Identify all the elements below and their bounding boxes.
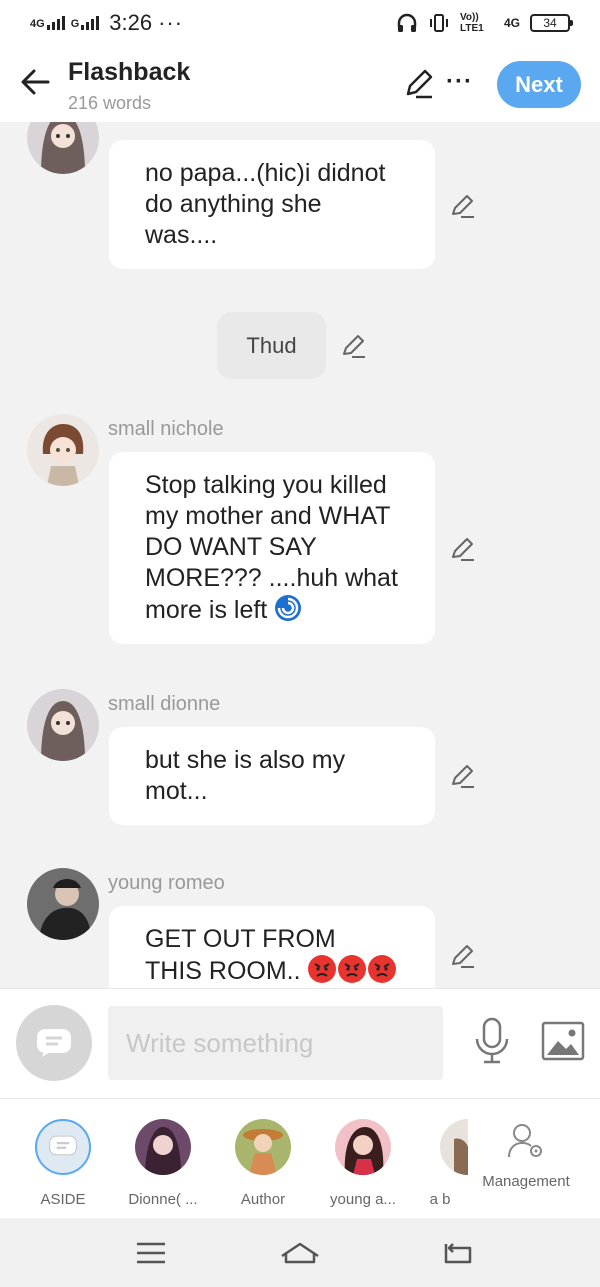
sender-name: small dionne	[108, 693, 221, 715]
character-aside[interactable]: ASIDE	[18, 1119, 108, 1208]
back-nav-icon	[444, 1243, 472, 1264]
pencil-icon	[406, 69, 433, 99]
message-bubble[interactable]: Stop talking you killed my mother and WH…	[109, 452, 435, 644]
young-a-avatar-image	[335, 1119, 391, 1175]
avatar-dionne[interactable]	[27, 122, 99, 174]
author-avatar-image	[235, 1119, 291, 1175]
avatar-dionne-image	[27, 689, 99, 761]
a-b-avatar-image	[440, 1119, 468, 1175]
battery-level: 34	[543, 16, 557, 30]
avatar-nichole-image	[27, 414, 99, 486]
menu-icon	[137, 1242, 165, 1264]
character-avatar	[440, 1119, 468, 1175]
character-label: a b	[429, 1191, 451, 1208]
insert-image-button[interactable]	[541, 1021, 585, 1061]
character-a-b[interactable]: a b	[395, 1119, 485, 1208]
chat-bubble-icon	[37, 1029, 71, 1057]
message-text: no papa...(hic)i didnot do anything she …	[145, 159, 386, 249]
volte-label: Vo)) LTE1	[459, 12, 484, 34]
signal-indicator-2: G	[71, 16, 100, 30]
microphone-button[interactable]	[472, 1017, 512, 1065]
angry-face-emoji-icon	[307, 955, 336, 983]
signal-bars-icon	[81, 16, 100, 30]
message-text: GET OUT FROM THIS ROOM..	[145, 925, 336, 985]
pencil-icon	[452, 765, 474, 788]
signal-indicator-1: 4G	[30, 16, 65, 30]
character-label: Author	[240, 1191, 286, 1208]
page-title: Flashback	[68, 58, 191, 86]
back-nav-button[interactable]	[438, 1238, 478, 1268]
management-button[interactable]: Management	[474, 1121, 578, 1190]
signal-bars-icon	[46, 16, 65, 30]
clock: 3:26	[109, 10, 153, 35]
sender-name: small nichole	[108, 418, 224, 440]
status-right: Vo)) LTE1 4G 34	[396, 12, 573, 34]
headphones-icon	[397, 13, 417, 32]
compose-bar	[0, 988, 600, 1098]
message-text: Stop talking you killed my mother and WH…	[145, 471, 398, 624]
avatar-dionne-image	[27, 122, 99, 174]
character-avatar	[235, 1119, 291, 1175]
pencil-icon	[452, 195, 474, 218]
message-input[interactable]	[108, 1006, 443, 1080]
battery-icon: 34	[530, 14, 573, 32]
edit-message-button[interactable]	[449, 535, 477, 563]
system-nav-bar	[0, 1218, 600, 1287]
character-avatar	[135, 1119, 191, 1175]
edit-message-button[interactable]	[449, 192, 477, 220]
avatar-dionne[interactable]	[27, 689, 99, 761]
network-type-label: 4G	[30, 18, 45, 30]
word-count: 216 words	[68, 93, 152, 113]
vibrate-icon	[429, 14, 448, 32]
net-type-label: 4G	[503, 16, 520, 30]
character-author[interactable]: Author	[218, 1119, 308, 1208]
avatar-romeo-image	[27, 868, 99, 940]
more-options-button[interactable]: ···	[446, 68, 473, 96]
aside-toggle-button[interactable]	[16, 1005, 92, 1081]
avatar-nichole[interactable]	[27, 414, 99, 486]
message-text: but she is also my mot...	[145, 746, 346, 805]
message-bubble[interactable]: GET OUT FROM THIS ROOM..	[109, 906, 435, 988]
home-icon	[281, 1242, 319, 1264]
character-label: young a...	[330, 1191, 396, 1208]
character-dionne[interactable]: Dionne( ...	[118, 1119, 208, 1208]
character-avatar	[335, 1119, 391, 1175]
edit-message-button[interactable]	[449, 762, 477, 790]
edit-narration-button[interactable]	[340, 332, 368, 360]
edit-message-button[interactable]	[449, 942, 477, 970]
chat-area[interactable]: no papa...(hic)i didnot do anything she …	[0, 122, 600, 988]
arrow-left-icon	[21, 69, 50, 95]
character-label: ASIDE	[40, 1191, 86, 1208]
character-label: Dionne( ...	[128, 1191, 198, 1208]
pencil-icon	[343, 335, 365, 358]
app-header: Flashback 216 words ··· Next	[0, 46, 600, 122]
angry-face-emoji-icon	[367, 955, 396, 983]
sender-name: young romeo	[108, 872, 225, 894]
network-type-label: G	[70, 18, 80, 30]
microphone-icon	[475, 1017, 509, 1064]
management-label: Management	[482, 1173, 570, 1190]
cyclone-emoji-icon	[275, 595, 302, 621]
edit-title-button[interactable]	[402, 66, 436, 100]
status-bar: 4G G 3:26 ··· Vo)) LTE1 4G 34	[0, 0, 600, 46]
image-icon	[541, 1021, 585, 1061]
aside-avatar	[35, 1119, 91, 1175]
narration-text: Thud	[246, 332, 297, 358]
manage-characters-icon	[508, 1124, 542, 1158]
home-button[interactable]	[280, 1238, 320, 1268]
character-bar: ASIDE Dionne( ... Author young a... a b …	[0, 1098, 600, 1218]
back-button[interactable]	[18, 64, 54, 100]
pencil-icon	[452, 538, 474, 561]
message-bubble[interactable]: but she is also my mot...	[109, 727, 435, 825]
avatar-romeo[interactable]	[27, 868, 99, 940]
notification-dots: ···	[158, 10, 184, 35]
message-bubble[interactable]: no papa...(hic)i didnot do anything she …	[109, 140, 435, 269]
next-button[interactable]: Next	[497, 61, 581, 108]
dionne-avatar-image	[135, 1119, 191, 1175]
narration-bubble[interactable]: Thud	[217, 312, 326, 379]
recents-button[interactable]	[131, 1238, 171, 1268]
chat-bubble-icon	[49, 1135, 77, 1156]
pencil-icon	[452, 945, 474, 968]
angry-face-emoji-icon	[337, 955, 366, 983]
